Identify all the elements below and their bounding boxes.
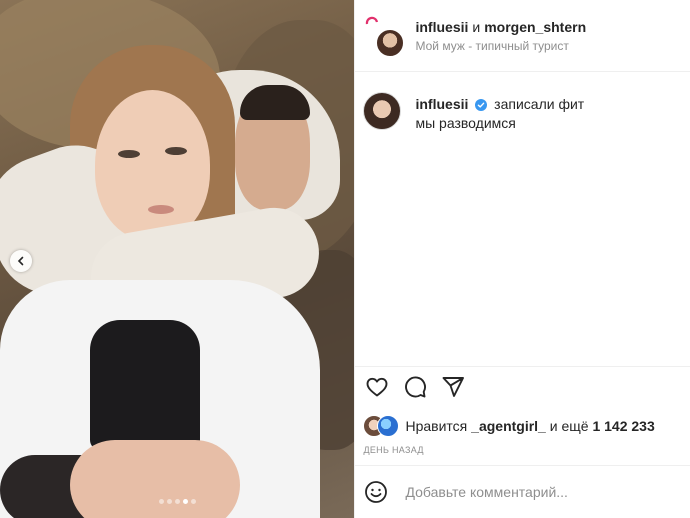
hand: [70, 440, 240, 518]
caption-text: influesii записали фит мы разводимся: [415, 92, 584, 366]
comment-input[interactable]: [403, 483, 682, 501]
emoji-button[interactable]: [363, 479, 389, 505]
post-photo[interactable]: [0, 0, 355, 518]
post-timestamp[interactable]: ДЕНЬ НАЗАД: [355, 437, 690, 465]
likes-text: Нравится _agentgirl_ и ещё 1 142 233: [405, 418, 654, 434]
story-ring-icon: [366, 16, 379, 24]
heart-icon: [367, 377, 388, 397]
carousel-indicator: [0, 499, 354, 504]
username-link[interactable]: influesii: [415, 19, 468, 35]
comment-box: [355, 465, 690, 518]
liker-avatar: [377, 415, 400, 437]
smiley-icon: [365, 481, 388, 503]
carousel-dot: [191, 499, 196, 504]
post-subtitle[interactable]: Мой муж - типичный турист: [415, 39, 586, 53]
carousel-dot: [175, 499, 180, 504]
likes-count-link[interactable]: 1 142 233: [592, 418, 654, 434]
liker-username-link[interactable]: _agentgirl_: [471, 418, 546, 434]
share-button[interactable]: [439, 373, 467, 401]
post-sidebar: influesii и morgen_shtern Мой муж - типичн…: [354, 0, 690, 518]
woman-eye-left: [118, 150, 140, 158]
woman-eye-right: [165, 147, 187, 155]
avatar-image: [375, 27, 406, 58]
likes-middle: и ещё: [549, 418, 589, 434]
caption-avatar[interactable]: [363, 92, 402, 130]
man-hair: [240, 85, 310, 120]
carousel-dot: [159, 499, 164, 504]
liker-avatars: [363, 415, 400, 437]
likes-row: Нравится _agentgirl_ и ещё 1 142 233: [355, 407, 690, 437]
header-usernames: influesii и morgen_shtern: [415, 19, 586, 35]
like-button[interactable]: [363, 373, 391, 401]
username-separator: и: [472, 18, 481, 35]
likes-prefix: Нравится: [405, 418, 468, 434]
caption-line-1: записали фит: [494, 96, 585, 112]
post-caption: influesii записали фит мы разводимся: [355, 72, 690, 366]
carousel-dot: [183, 499, 188, 504]
chevron-left-icon: [17, 256, 24, 266]
verified-badge-icon: [475, 99, 488, 111]
caption-username-link[interactable]: influesii: [415, 96, 468, 112]
woman-face: [95, 90, 210, 240]
caption-line-2: мы разводимся: [415, 115, 516, 131]
carousel-dot: [167, 499, 172, 504]
post-header: influesii и morgen_shtern Мой муж - типичн…: [355, 0, 690, 72]
header-text: influesii и morgen_shtern Мой муж - типичн…: [415, 19, 586, 53]
collaborator-username-link[interactable]: morgen_shtern: [484, 19, 586, 35]
comment-button[interactable]: [401, 373, 429, 401]
author-avatar[interactable]: [366, 16, 406, 58]
paper-plane-icon: [443, 377, 465, 397]
previous-photo-button[interactable]: [10, 250, 32, 272]
comment-icon: [405, 376, 427, 398]
action-bar: [355, 366, 690, 407]
woman-lips: [148, 205, 174, 214]
instagram-post: influesii и morgen_shtern Мой муж - типичн…: [0, 0, 690, 518]
black-top: [90, 320, 200, 450]
